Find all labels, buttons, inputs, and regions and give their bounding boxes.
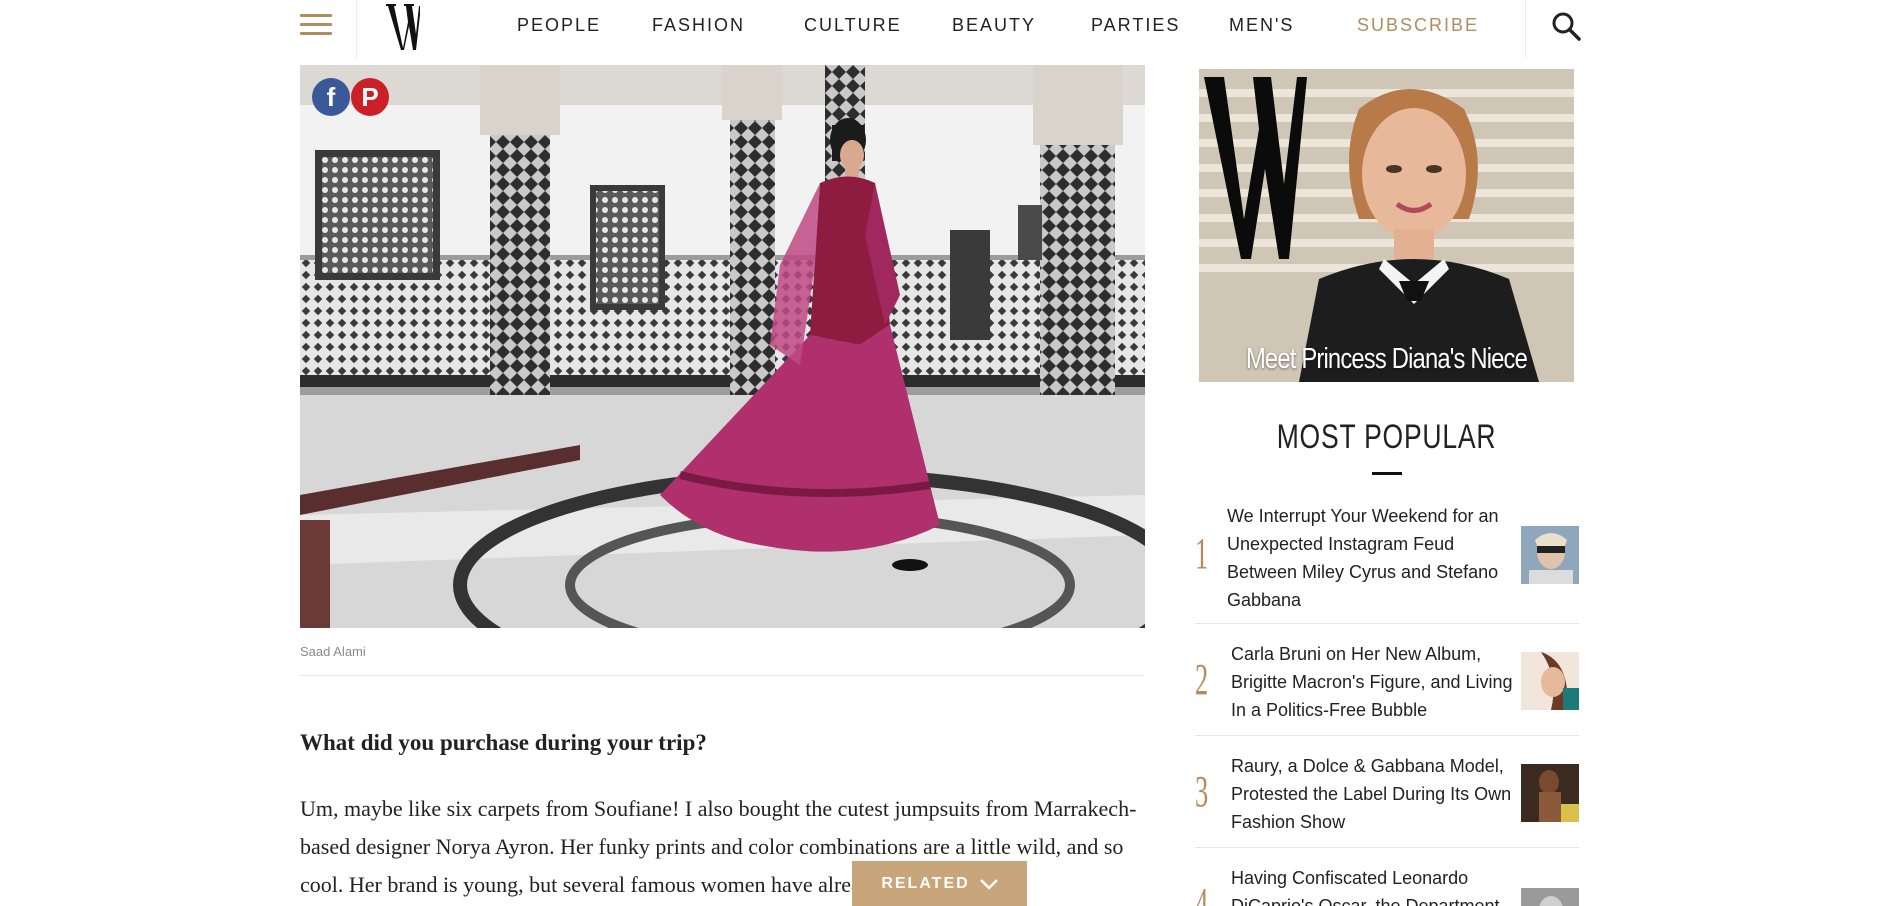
ad-image bbox=[1199, 69, 1574, 382]
menu-icon[interactable] bbox=[300, 14, 332, 38]
share-buttons: f P bbox=[312, 78, 389, 116]
chevron-down-icon bbox=[979, 878, 998, 890]
popular-thumbnail bbox=[1521, 764, 1579, 822]
nav-parties[interactable]: PARTIES bbox=[1091, 15, 1180, 36]
popular-thumbnail bbox=[1521, 888, 1579, 906]
facebook-icon[interactable]: f bbox=[312, 78, 350, 116]
popular-thumbnail bbox=[1521, 526, 1579, 584]
title-underline bbox=[1372, 472, 1402, 475]
popular-rank: 3 bbox=[1195, 767, 1209, 816]
popular-item[interactable]: 3 Raury, a Dolce & Gabbana Model, Protes… bbox=[1195, 736, 1579, 848]
popular-headline: Raury, a Dolce & Gabbana Model, Proteste… bbox=[1231, 756, 1512, 832]
sidebar-ad[interactable]: Meet Princess Diana's Niece bbox=[1199, 69, 1574, 382]
photo-credit: Saad Alami bbox=[300, 644, 366, 659]
popular-thumbnail bbox=[1521, 652, 1579, 710]
pinterest-icon[interactable]: P bbox=[351, 78, 389, 116]
w-logo[interactable] bbox=[386, 0, 420, 56]
hero-image bbox=[300, 65, 1145, 628]
header-divider bbox=[356, 0, 357, 58]
popular-headline: Carla Bruni on Her New Album, Brigitte M… bbox=[1231, 644, 1513, 720]
popular-rank: 4 bbox=[1195, 879, 1209, 906]
nav-beauty[interactable]: BEAUTY bbox=[952, 15, 1036, 36]
nav-subscribe[interactable]: SUBSCRIBE bbox=[1357, 15, 1479, 36]
site-header: PEOPLE FASHION CULTURE BEAUTY PARTIES ME… bbox=[0, 0, 1885, 64]
nav-people[interactable]: PEOPLE bbox=[517, 15, 601, 36]
nav-mens[interactable]: MEN'S bbox=[1229, 15, 1294, 36]
nav-fashion[interactable]: FASHION bbox=[652, 15, 745, 36]
divider bbox=[300, 675, 1145, 676]
popular-rank: 2 bbox=[1195, 655, 1209, 704]
nav-culture[interactable]: CULTURE bbox=[804, 15, 902, 36]
search-icon[interactable] bbox=[1550, 10, 1584, 44]
most-popular-title: MOST POPULAR bbox=[1276, 418, 1497, 456]
header-divider bbox=[1525, 0, 1526, 58]
popular-item[interactable]: 4 Having Confiscated Leonardo DiCaprio's… bbox=[1195, 848, 1579, 906]
interview-question: What did you purchase during your trip? bbox=[300, 730, 707, 755]
popular-item[interactable]: 1 We Interrupt Your Weekend for an Unexp… bbox=[1195, 498, 1579, 624]
popular-headline: We Interrupt Your Weekend for an Unexpec… bbox=[1227, 506, 1499, 610]
popular-headline: Having Confiscated Leonardo DiCaprio's O… bbox=[1231, 868, 1500, 906]
related-button[interactable]: RELATED bbox=[852, 861, 1027, 906]
popular-rank: 1 bbox=[1195, 529, 1209, 578]
ad-caption: Meet Princess Diana's Niece bbox=[1245, 343, 1528, 375]
popular-item[interactable]: 2 Carla Bruni on Her New Album, Brigitte… bbox=[1195, 624, 1579, 736]
related-label: RELATED bbox=[881, 874, 970, 892]
